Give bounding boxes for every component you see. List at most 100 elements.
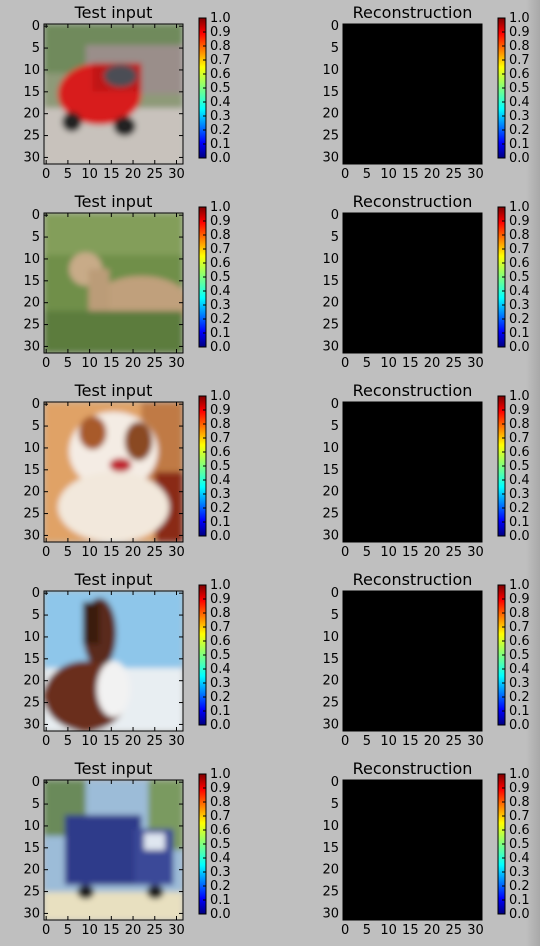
y-tick-label: 15: [322, 85, 339, 100]
panel-reconstruction-5: Reconstruction0 5 10 15 20 25 30051015202530 0.…: [322, 759, 529, 938]
colorbar-tick-label: 0.4: [210, 284, 231, 299]
y-tick-label: 30: [322, 717, 339, 732]
y-tick-label: 30: [23, 150, 40, 165]
reconstruction-image: [343, 591, 482, 731]
y-tick-label: 20: [322, 485, 339, 500]
y-tick-label: 0: [331, 397, 339, 412]
colorbar-tick-label: 0.6: [210, 634, 231, 649]
x-tick-label: 20: [424, 923, 441, 938]
y-tick-label: 15: [23, 841, 40, 856]
x-tick-label: 25: [445, 923, 462, 938]
x-tick-label: 25: [146, 167, 163, 182]
colorbar-tick-label: 0.7: [210, 242, 231, 257]
colorbar-tick-label: 0.2: [210, 690, 231, 705]
x-tick-label: 30: [168, 923, 185, 938]
colorbar-tick-label: 0.1: [210, 893, 231, 908]
x-tick-label: 5: [363, 545, 371, 560]
y-tick-label: 25: [23, 507, 40, 522]
panel-reconstruction-4: Reconstruction0 5 10 15 20 25 30051015202530 0.…: [322, 570, 529, 749]
colorbar-tick-label: 0.2: [210, 501, 231, 516]
y-tick-label: 0: [331, 586, 339, 601]
y-tick-label: 25: [322, 507, 339, 522]
x-tick-label: 5: [363, 167, 371, 182]
y-tick-label: 30: [322, 906, 339, 921]
y-tick-label: 25: [23, 696, 40, 711]
colorbar-tick-label: 0.5: [210, 81, 231, 96]
panel-title: Test input: [74, 192, 153, 211]
x-tick-label: 0: [341, 167, 349, 182]
y-tick-label: 5: [331, 41, 339, 56]
x-tick-label: 0: [341, 923, 349, 938]
panel-input-1: Test input0 5 10 15 20 25 30051015202530 0.00.1…: [23, 3, 230, 182]
x-tick-label: 15: [103, 545, 120, 560]
colorbar-tick-label: 0.2: [210, 312, 231, 327]
y-tick-label: 25: [322, 696, 339, 711]
colorbar-tick-label: 0.6: [210, 67, 231, 82]
colorbar-tick-label: 0.2: [210, 879, 231, 894]
y-tick-label: 10: [23, 630, 40, 645]
y-tick-label: 20: [23, 107, 40, 122]
y-tick-label: 5: [32, 608, 40, 623]
x-tick-label: 0: [42, 923, 50, 938]
y-tick-label: 10: [23, 252, 40, 267]
colorbar-tick-label: 0.3: [210, 676, 231, 691]
y-tick-label: 0: [331, 208, 339, 223]
x-tick-label: 10: [81, 356, 98, 371]
x-tick-label: 30: [467, 167, 484, 182]
colorbar-tick-label: 0.5: [210, 837, 231, 852]
dog-image: [44, 402, 183, 542]
y-tick-label: 30: [23, 717, 40, 732]
panel-title: Reconstruction: [353, 3, 473, 22]
y-tick-label: 15: [322, 463, 339, 478]
x-tick-label: 20: [424, 167, 441, 182]
colorbar-tick-label: 0.2: [210, 123, 231, 138]
x-tick-label: 20: [424, 356, 441, 371]
x-tick-label: 20: [125, 734, 142, 749]
colorbar-tick-label: 0.3: [210, 109, 231, 124]
x-tick-label: 30: [168, 734, 185, 749]
x-tick-label: 30: [168, 356, 185, 371]
panel-title: Reconstruction: [353, 192, 473, 211]
y-tick-label: 15: [23, 274, 40, 289]
colorbar-tick-label: 0.8: [210, 228, 231, 243]
colorbar-tick-label: 0.1: [210, 515, 231, 530]
truck-image: [44, 780, 183, 920]
x-tick-label: 5: [64, 167, 72, 182]
colorbar-tick-label: 1.0: [210, 767, 231, 782]
x-tick-label: 15: [402, 923, 419, 938]
panel-reconstruction-3: Reconstruction0 5 10 15 20 25 30051015202530 0.…: [322, 381, 529, 560]
x-tick-label: 10: [81, 923, 98, 938]
y-tick-label: 15: [322, 652, 339, 667]
colorbar-tick-label: 0.6: [210, 823, 231, 838]
x-tick-label: 30: [168, 545, 185, 560]
colorbar-tick-label: 0.4: [210, 473, 231, 488]
y-tick-label: 15: [23, 85, 40, 100]
colorbar-tick-label: 1.0: [210, 389, 231, 404]
panel-title: Reconstruction: [353, 381, 473, 400]
y-tick-label: 0: [331, 775, 339, 790]
y-tick-label: 20: [23, 863, 40, 878]
x-tick-label: 5: [64, 923, 72, 938]
x-tick-label: 30: [467, 356, 484, 371]
figure: Test input0 5 10 15 20 25 30051015202530 0.00.1…: [23, 3, 529, 938]
x-tick-label: 5: [64, 356, 72, 371]
x-tick-label: 30: [467, 545, 484, 560]
y-tick-label: 20: [23, 674, 40, 689]
panel-reconstruction-1: Reconstruction0 5 10 15 20 25 30051015202530 0.…: [322, 3, 529, 182]
x-tick-label: 0: [341, 545, 349, 560]
x-tick-label: 15: [402, 167, 419, 182]
x-tick-label: 0: [42, 356, 50, 371]
panel-title: Test input: [74, 3, 153, 22]
reconstruction-image: [343, 24, 482, 164]
colorbar-tick-label: 0.1: [210, 704, 231, 719]
y-tick-label: 30: [23, 339, 40, 354]
y-tick-label: 30: [23, 528, 40, 543]
x-tick-label: 20: [125, 545, 142, 560]
x-tick-label: 0: [341, 356, 349, 371]
colorbar-tick-label: 1.0: [210, 200, 231, 215]
y-tick-label: 25: [322, 129, 339, 144]
x-tick-label: 20: [125, 167, 142, 182]
x-tick-label: 30: [467, 923, 484, 938]
colorbar-tick-label: 0.9: [210, 592, 231, 607]
panel-input-2: Test input0 5 10 15 20 25 30051015202530 0.00.1…: [23, 192, 230, 371]
